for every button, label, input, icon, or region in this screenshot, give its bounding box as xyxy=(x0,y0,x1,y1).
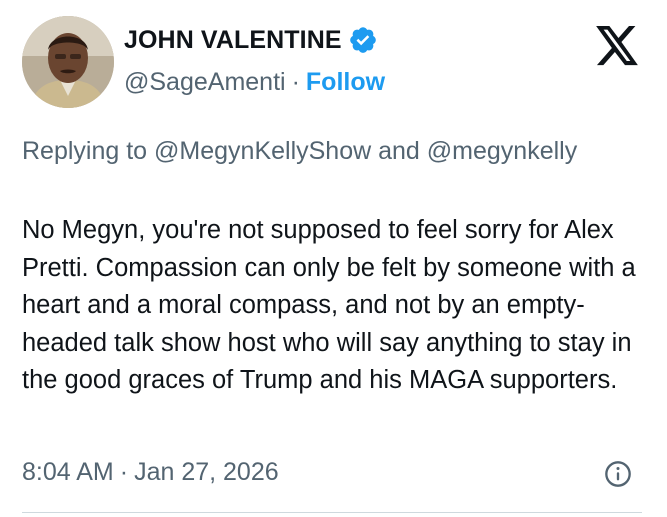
author-handle[interactable]: @SageAmenti xyxy=(124,68,286,96)
reply-joiner: and xyxy=(378,137,420,165)
reply-mention[interactable]: @megynkelly xyxy=(427,137,577,165)
reply-mention[interactable]: @MegynKellyShow xyxy=(154,137,371,165)
author-handle-row: @SageAmenti · Follow xyxy=(124,66,385,98)
avatar[interactable] xyxy=(22,16,114,108)
timestamp-separator: · xyxy=(119,458,129,486)
author-display-name[interactable]: JOHN VALENTINE xyxy=(124,24,342,56)
tweet-date: Jan 27, 2026 xyxy=(134,458,279,486)
info-icon[interactable] xyxy=(604,460,632,488)
tweet-text: No Megyn, you're not supposed to feel so… xyxy=(22,216,636,394)
reply-prefix: Replying to xyxy=(22,137,148,165)
tweet-timestamp[interactable]: 8:04 AM · Jan 27, 2026 xyxy=(22,456,279,488)
verified-badge-icon xyxy=(348,25,378,55)
reply-context: Replying to @MegynKellyShow and @megynke… xyxy=(22,134,642,169)
x-logo-icon[interactable] xyxy=(596,26,638,66)
handle-separator: · xyxy=(291,68,300,96)
avatar-photo xyxy=(22,16,114,108)
author-name-row: JOHN VALENTINE xyxy=(124,24,378,56)
divider xyxy=(22,512,642,513)
tweet-card: JOHN VALENTINE @SageAmenti · Follow Replyi… xyxy=(0,0,667,517)
follow-button[interactable]: Follow xyxy=(306,68,385,96)
tweet-time: 8:04 AM xyxy=(22,458,114,486)
